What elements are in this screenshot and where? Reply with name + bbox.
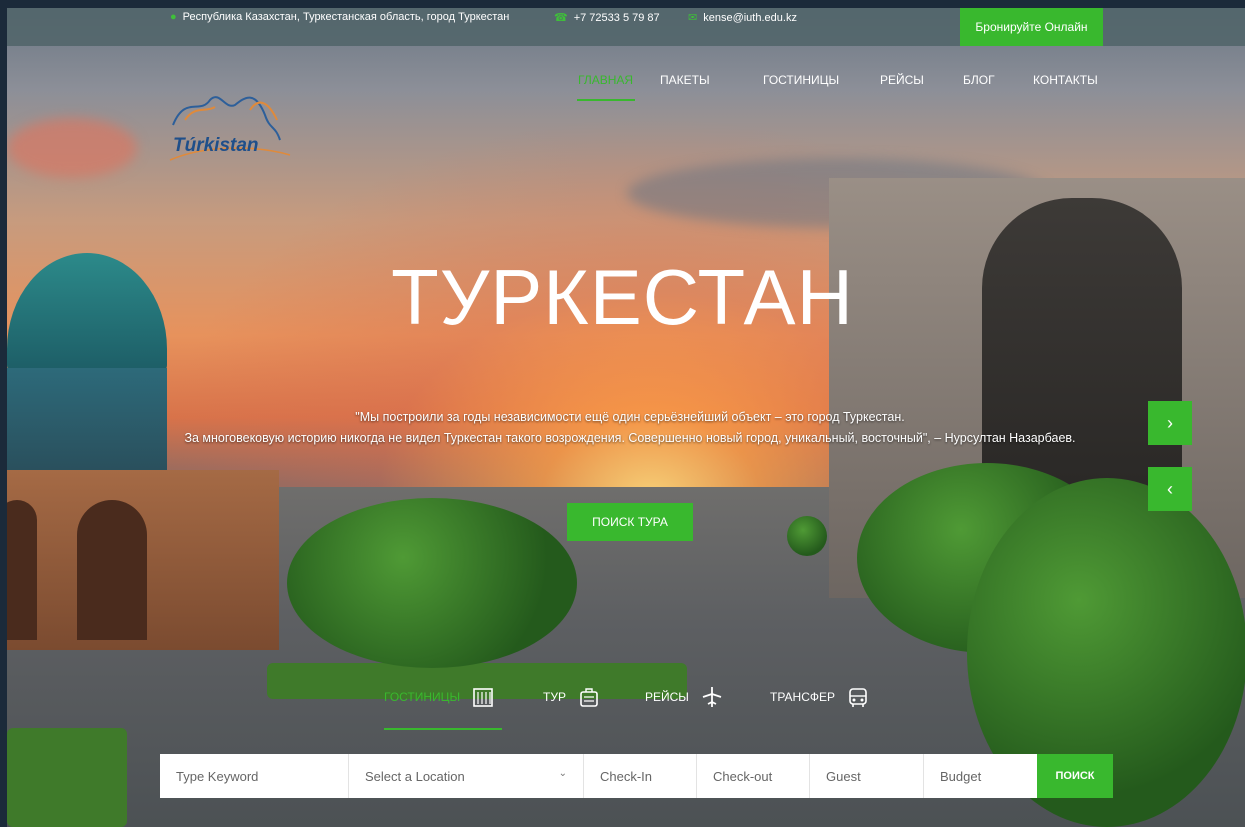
budget-placeholder: Budget [940, 768, 982, 784]
car-icon [849, 688, 867, 707]
dome-drum [7, 368, 167, 473]
slider-next-button[interactable]: › [1148, 401, 1192, 445]
nav-item-packages[interactable]: ПАКЕТЫ [660, 73, 710, 87]
search-submit-button[interactable]: ПОИСК [1037, 754, 1113, 798]
location-placeholder: Select a Location [365, 768, 465, 784]
email-text: kense@iuth.edu.kz [703, 12, 797, 24]
keyword-placeholder: Type Keyword [176, 768, 259, 784]
address-text: Республика Казахстан, Туркестанская обла… [182, 11, 510, 23]
brick-arch [7, 500, 37, 640]
chevron-down-icon: ⌄ [558, 768, 567, 779]
tab-active-underline [384, 728, 502, 730]
checkout-input[interactable]: Check-out [697, 754, 810, 798]
tab-label: ТРАНСФЕР [770, 690, 835, 704]
cloud [7, 118, 137, 178]
tab-tour[interactable]: ТУР [543, 686, 600, 708]
email[interactable]: ✉ kense@iuth.edu.kz [688, 11, 797, 24]
search-form: Type Keyword Select a Location ⌄ Check-In… [160, 754, 1037, 798]
brick-building [7, 470, 279, 650]
checkout-placeholder: Check-out [713, 768, 773, 784]
tab-label: РЕЙСЫ [645, 690, 689, 704]
tree [787, 516, 827, 556]
mail-icon: ✉ [688, 12, 698, 24]
chevron-right-icon: › [1167, 412, 1173, 433]
tab-label: ГОСТИНИЦЫ [384, 690, 461, 704]
address: ● Республика Казахстан, Туркестанская обл… [170, 11, 509, 23]
guest-input[interactable]: Guest [810, 754, 924, 798]
keyword-input[interactable]: Type Keyword [160, 754, 349, 798]
nav-item-blog[interactable]: БЛОГ [963, 73, 995, 87]
budget-input[interactable]: Budget [924, 754, 1037, 798]
tab-hotels[interactable]: ГОСТИНИЦЫ [384, 686, 494, 708]
location-select[interactable]: Select a Location ⌄ [349, 754, 584, 798]
mausoleum-portal [982, 198, 1182, 498]
book-online-button[interactable]: Бронируйте Онлайн [960, 8, 1103, 46]
logo-text[interactable]: Túrkistan [173, 135, 259, 157]
guest-placeholder: Guest [826, 768, 861, 784]
hero-title: ТУРКЕСТАН [391, 253, 854, 341]
nav-item-hotels[interactable]: ГОСТИНИЦЫ [763, 73, 839, 87]
tab-label: ТУР [543, 690, 566, 704]
nav-active-underline [577, 99, 635, 101]
suitcase-icon [580, 688, 598, 707]
tab-transfer[interactable]: ТРАНСФЕР [770, 686, 869, 708]
phone-text: +7 72533 5 79 87 [573, 12, 660, 24]
hotel-building-icon [473, 688, 493, 707]
hero-quote-line-1: "Мы построили за годы независимости ещё … [355, 410, 905, 424]
phone[interactable]: ☎ +7 72533 5 79 87 [554, 11, 660, 24]
search-tour-button[interactable]: ПОИСК ТУРА [567, 503, 693, 541]
phone-icon: ☎ [554, 12, 568, 24]
slider-prev-button[interactable]: ‹ [1148, 467, 1192, 511]
hero-quote-line-2: За многовековую историю никогда не видел… [184, 431, 1076, 445]
tab-flights[interactable]: РЕЙСЫ [645, 686, 723, 708]
location-pin-icon: ● [170, 11, 177, 23]
nav-item-flights[interactable]: РЕЙСЫ [880, 73, 924, 87]
nav-item-home[interactable]: ГЛАВНАЯ [578, 73, 633, 87]
lawn [7, 728, 127, 827]
nav-item-contacts[interactable]: КОНТАКТЫ [1033, 73, 1098, 87]
chevron-left-icon: ‹ [1167, 478, 1173, 499]
airplane-icon [702, 687, 722, 707]
checkin-placeholder: Check-In [600, 768, 653, 784]
tree [287, 498, 577, 668]
brick-arch [77, 500, 147, 640]
checkin-input[interactable]: Check-In [584, 754, 697, 798]
